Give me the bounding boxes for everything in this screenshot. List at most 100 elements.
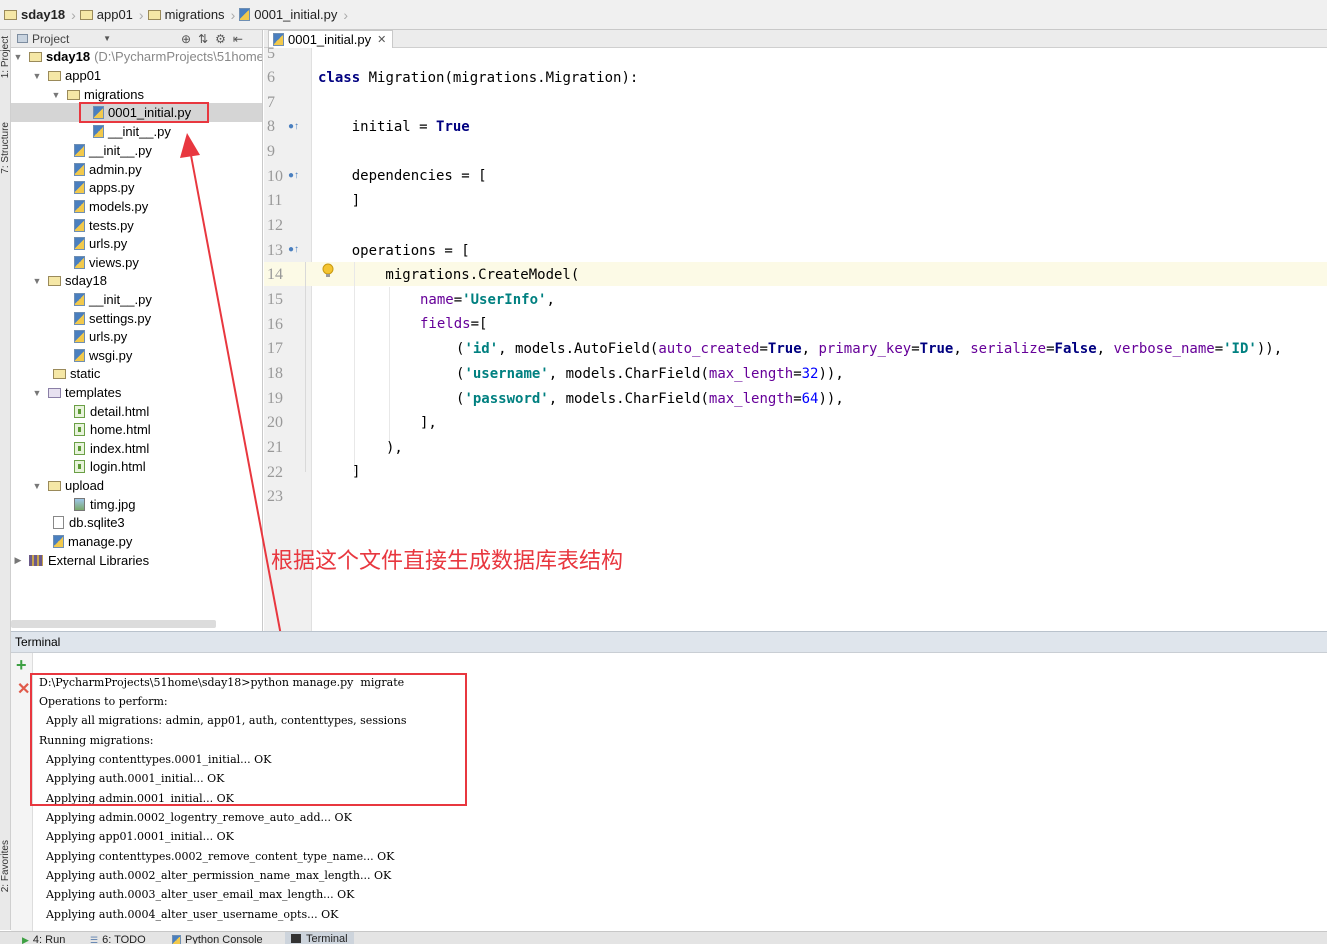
line-number: 12: [267, 217, 283, 234]
python-file-icon: [93, 125, 104, 138]
expand-arrow-icon[interactable]: ▼: [32, 481, 42, 491]
override-marker-icon[interactable]: ●↑: [288, 170, 299, 181]
tree-item-settings[interactable]: settings.py: [74, 309, 151, 328]
lightbulb-icon[interactable]: [322, 263, 334, 279]
chevron-right-icon: ›: [138, 6, 144, 23]
project-view-selector[interactable]: Project ▼: [11, 32, 111, 46]
project-panel: Project ▼ ⊕ ⇅ ⚙ ⇤ ▼ sday18 (D:\PycharmProj…: [11, 30, 263, 631]
tree-item-external-libraries[interactable]: ▶ External Libraries: [13, 551, 150, 570]
add-icon[interactable]: +: [16, 655, 27, 676]
tool-tab-terminal[interactable]: Terminal: [285, 932, 354, 944]
expand-arrow-icon[interactable]: ▼: [32, 276, 42, 286]
tool-tab-todo[interactable]: ☰ 6: TODO: [90, 934, 146, 944]
sync-icon[interactable]: ⊕: [181, 32, 191, 46]
expand-arrow-icon[interactable]: ▼: [32, 71, 42, 81]
code-line-14: migrations.CreateModel(: [318, 267, 580, 283]
tree-item-sday18-urls[interactable]: urls.py: [74, 327, 127, 346]
override-marker-icon[interactable]: ●↑: [288, 244, 299, 255]
line-number: 6: [267, 69, 275, 86]
breadcrumb-item-project[interactable]: sday18: [2, 0, 69, 30]
indent-guide: [389, 287, 390, 447]
override-marker-icon[interactable]: ●↑: [288, 121, 299, 132]
tree-item-static[interactable]: static: [53, 364, 100, 383]
gear-icon[interactable]: ⚙: [215, 32, 226, 46]
tree-item-home-html[interactable]: home.html: [74, 420, 151, 439]
tree-item-manage[interactable]: manage.py: [53, 532, 132, 551]
tree-item-upload[interactable]: ▼ upload: [32, 476, 105, 495]
tree-item-sday18-root[interactable]: ▼ sday18 (D:\PycharmProjects\51home: [13, 47, 262, 66]
terminal-line: Applying auth.0004_alter_user_username_o…: [39, 908, 339, 921]
tree-item-models[interactable]: models.py: [74, 197, 148, 216]
terminal-line: Applying contenttypes.0002_remove_conten…: [39, 850, 395, 863]
tree-item-timg[interactable]: timg.jpg: [74, 495, 136, 514]
line-number: 17: [267, 340, 283, 357]
tree-item-index-html[interactable]: index.html: [74, 439, 149, 458]
folder-icon: [67, 89, 80, 100]
line-number: 22: [267, 464, 283, 481]
tree-item-sday18-pkg[interactable]: ▼ sday18: [32, 271, 107, 290]
code-line-11: ]: [318, 193, 361, 209]
breadcrumb-item-migrations[interactable]: migrations: [146, 0, 229, 30]
terminal-title: Terminal: [15, 635, 61, 649]
fold-guide: [305, 262, 306, 472]
tree-item-apps[interactable]: apps.py: [74, 178, 135, 197]
collapse-icon[interactable]: ⇅: [198, 32, 208, 46]
tree-item-wsgi[interactable]: wsgi.py: [74, 346, 132, 365]
line-number: 8: [267, 118, 275, 135]
editor-tab-0001-initial[interactable]: 0001_initial.py ✕: [268, 30, 394, 48]
terminal-header: Terminal: [11, 631, 1327, 653]
editor-tab-bar: 0001_initial.py ✕: [264, 30, 1327, 48]
folder-icon: [53, 368, 66, 379]
tree-item-templates[interactable]: ▼ templates: [32, 383, 122, 402]
python-file-icon: [74, 200, 85, 213]
tree-item-app01-init[interactable]: __init__.py: [74, 141, 152, 160]
folder-icon: [48, 70, 61, 81]
tool-tab-run[interactable]: ▶ 4: Run: [22, 934, 65, 944]
close-icon[interactable]: ✕: [17, 679, 30, 699]
tree-item-app01[interactable]: ▼ app01: [32, 66, 102, 85]
terminal-line: Applying auth.0002_alter_permission_name…: [39, 869, 392, 882]
breadcrumb: sday18 › app01 › migrations › 0001_initi…: [0, 0, 1327, 30]
tree-item-login-html[interactable]: login.html: [74, 457, 146, 476]
expand-arrow-icon[interactable]: ▼: [32, 388, 42, 398]
breadcrumb-item-app01[interactable]: app01: [78, 0, 137, 30]
line-number: 19: [267, 390, 283, 407]
terminal-line: Applying app01.0001_initial... OK: [39, 830, 234, 843]
project-view-icon: [17, 34, 28, 43]
line-number: 20: [267, 414, 283, 431]
expand-arrow-icon[interactable]: ▼: [13, 52, 23, 62]
horizontal-scrollbar[interactable]: [11, 620, 216, 628]
tree-item-db-sqlite3[interactable]: db.sqlite3: [53, 513, 125, 532]
python-file-icon: [74, 144, 85, 157]
tree-item-app01-urls[interactable]: urls.py: [74, 234, 127, 253]
code-line-21: ),: [386, 440, 403, 456]
expand-arrow-icon[interactable]: ▼: [51, 90, 61, 100]
chevron-down-icon: ▼: [103, 34, 111, 43]
hide-icon[interactable]: ⇤: [233, 32, 243, 46]
todo-icon: ☰: [90, 934, 99, 944]
python-file-icon: [74, 181, 85, 194]
tree-item-admin[interactable]: admin.py: [74, 160, 142, 179]
tree-item-tests[interactable]: tests.py: [74, 216, 134, 235]
code-line-10: dependencies = [: [318, 168, 487, 184]
tool-tab-favorites[interactable]: 2: Favorites: [0, 840, 11, 892]
html-file-icon: [74, 442, 85, 455]
python-file-icon: [74, 163, 85, 176]
tool-tab-python-console[interactable]: Python Console: [172, 934, 263, 944]
code-line-16: fields=[: [420, 316, 488, 332]
tree-item-migrations-init[interactable]: __init__.py: [93, 122, 171, 141]
tree-item-views[interactable]: views.py: [74, 253, 139, 272]
python-file-icon: [239, 8, 251, 21]
close-icon[interactable]: ✕: [377, 33, 386, 46]
terminal-line: Applying admin.0002_logentry_remove_auto…: [39, 811, 352, 824]
tree-item-detail-html[interactable]: detail.html: [74, 402, 149, 421]
python-console-icon: [172, 935, 181, 944]
folder-icon: [48, 480, 61, 491]
breadcrumb-item-file[interactable]: 0001_initial.py: [237, 0, 341, 30]
tree-item-sday18-init[interactable]: __init__.py: [74, 290, 152, 309]
expand-arrow-icon[interactable]: ▶: [13, 555, 23, 566]
indent-guide: [354, 262, 355, 472]
tool-tab-project[interactable]: 1: Project: [0, 36, 11, 78]
tool-tab-structure[interactable]: 7: Structure: [0, 122, 11, 174]
folder-icon: [147, 9, 161, 20]
